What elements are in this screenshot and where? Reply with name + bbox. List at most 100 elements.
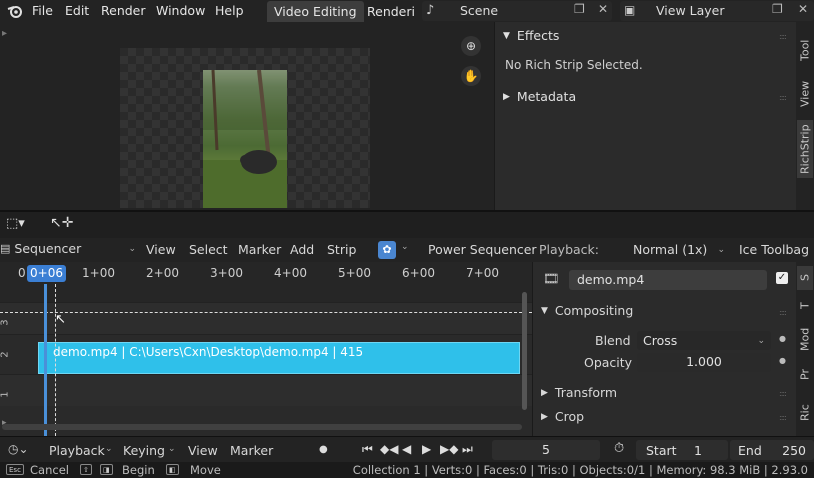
drag-grip-icon[interactable]: :::: bbox=[779, 93, 787, 102]
close-scene-icon[interactable]: ✕ bbox=[598, 2, 608, 16]
end-label: End bbox=[738, 442, 762, 458]
menu-edit[interactable]: Edit bbox=[65, 3, 89, 18]
view-layer-selector[interactable]: ▣ View Layer ❐ ✕ bbox=[620, 1, 814, 21]
blend-dropdown[interactable]: Cross ⌄ bbox=[637, 331, 771, 350]
menu-strip[interactable]: Strip bbox=[327, 242, 356, 257]
sidebar-tab-tool[interactable]: Tool bbox=[797, 32, 813, 68]
tweak-tool-icon[interactable]: ⬚▾ bbox=[6, 216, 25, 231]
next-keyframe-icon[interactable]: ▶◆ bbox=[440, 442, 458, 456]
sequencer-timeline[interactable]: 0 1+00 2+00 3+00 4+00 5+00 6+00 7+00 3 2… bbox=[0, 262, 532, 436]
compositing-panel-header[interactable]: ▼ Compositing bbox=[541, 303, 633, 318]
mouse-left-key-icon: ◨ bbox=[100, 464, 113, 475]
ice-toolbag-menu[interactable]: Ice Toolbag bbox=[739, 242, 814, 257]
effects-panel-header[interactable]: ▼ Effects bbox=[503, 28, 559, 43]
movie-strip[interactable]: demo.mp4 | C:\Users\Cxn\Desktop\demo.mp4… bbox=[38, 342, 520, 374]
mouse-right-key-icon: ◧ bbox=[166, 464, 179, 475]
playhead[interactable] bbox=[44, 284, 47, 436]
scene-selector[interactable]: ♪ Scene ❐ ✕ bbox=[422, 1, 612, 21]
properties-tab-strip[interactable]: S bbox=[797, 266, 813, 290]
properties-tab-proxy[interactable]: Pr bbox=[797, 362, 813, 388]
menu-window[interactable]: Window bbox=[156, 3, 205, 18]
keyframe-dot-icon[interactable]: ● bbox=[779, 356, 786, 365]
opacity-slider[interactable]: 1.000 bbox=[637, 353, 771, 372]
drag-grip-icon[interactable]: :::: bbox=[779, 413, 787, 422]
strip-name-field[interactable]: demo.mp4 bbox=[569, 270, 767, 290]
power-sequencer-menu[interactable]: Power Sequencer bbox=[428, 242, 537, 257]
ruler-tick: 2+00 bbox=[146, 266, 179, 280]
jump-start-icon[interactable]: ⏮ bbox=[362, 442, 373, 457]
play-icon[interactable]: ▶ bbox=[422, 442, 431, 456]
zoom-icon[interactable]: ⊕ bbox=[461, 36, 481, 56]
channel-1[interactable]: 1 bbox=[0, 374, 532, 406]
sidebar-panel: ▼ Effects :::: No Rich Strip Selected. ▶… bbox=[494, 22, 796, 210]
menu-render[interactable]: Render bbox=[101, 3, 146, 18]
record-icon[interactable]: ● bbox=[319, 444, 328, 455]
menu-select[interactable]: Select bbox=[189, 242, 228, 257]
sequencer-preview: ▸ ⊕ ✋ bbox=[0, 22, 494, 210]
chevron-down-icon[interactable]: ⌄ bbox=[401, 242, 409, 252]
stopwatch-icon[interactable]: ⏱ bbox=[614, 441, 624, 456]
menu-playback[interactable]: Playback bbox=[49, 443, 105, 458]
sidebar-tab-view[interactable]: View bbox=[797, 76, 813, 112]
copy-scene-icon[interactable]: ❐ bbox=[574, 2, 585, 16]
close-view-layer-icon[interactable]: ✕ bbox=[798, 2, 808, 16]
timeline-editor-icon[interactable]: ◷⌄ bbox=[8, 442, 29, 456]
properties-tab-richstrip[interactable]: Ric bbox=[797, 398, 813, 428]
drag-grip-icon[interactable]: :::: bbox=[779, 389, 787, 398]
strip-properties-panel: 🎞 demo.mp4 ✓ ▼ Compositing :::: Blend Cr… bbox=[532, 262, 796, 436]
prev-keyframe-icon[interactable]: ◆◀ bbox=[380, 442, 398, 456]
vertical-scrollbar[interactable] bbox=[522, 292, 527, 410]
menu-file[interactable]: File bbox=[32, 3, 53, 18]
menu-add[interactable]: Add bbox=[290, 242, 314, 257]
mute-checkbox[interactable]: ✓ bbox=[776, 272, 788, 284]
start-value: 1 bbox=[694, 442, 702, 458]
no-strip-message: No Rich Strip Selected. bbox=[505, 58, 643, 72]
menu-help[interactable]: Help bbox=[215, 3, 244, 18]
overlay-toggle-icon[interactable]: ✿ bbox=[378, 241, 396, 259]
end-value: 250 bbox=[782, 442, 806, 458]
menu-view[interactable]: View bbox=[188, 443, 218, 458]
properties-tabs: S T Mod Pr Ric bbox=[796, 262, 814, 436]
horizontal-scrollbar[interactable] bbox=[2, 424, 522, 430]
drag-grip-icon[interactable]: :::: bbox=[779, 32, 787, 41]
editor-type-dropdown[interactable]: ▤ Sequencer ⌄ bbox=[0, 241, 136, 256]
properties-tab-modifiers[interactable]: Mod bbox=[797, 322, 813, 356]
blend-label: Blend bbox=[595, 333, 631, 348]
crop-panel-header[interactable]: ▶ Crop bbox=[541, 409, 584, 424]
collapse-down-icon: ▼ bbox=[541, 305, 548, 316]
opacity-label: Opacity bbox=[584, 355, 633, 370]
status-bar: Esc Cancel ⇧ ◨ Begin ◧ Move Collection 1… bbox=[0, 462, 814, 478]
current-frame-field[interactable]: 5 bbox=[492, 440, 600, 460]
channel-3[interactable]: 3 bbox=[0, 302, 532, 334]
crop-title: Crop bbox=[554, 409, 585, 424]
cancel-hint: Cancel bbox=[30, 463, 69, 477]
menu-keying[interactable]: Keying bbox=[123, 443, 165, 458]
keyframe-dot-icon[interactable]: ● bbox=[779, 334, 786, 343]
end-frame-field[interactable]: End 250 bbox=[730, 440, 814, 460]
menu-marker[interactable]: Marker bbox=[230, 443, 273, 458]
ruler-tick: 0 bbox=[18, 266, 26, 280]
playback-speed-dropdown[interactable]: Normal (1x) ⌄ bbox=[633, 242, 725, 257]
start-frame-field[interactable]: Start 1 bbox=[636, 440, 728, 460]
menu-marker[interactable]: Marker bbox=[238, 242, 281, 257]
drag-grip-icon[interactable]: :::: bbox=[779, 308, 787, 317]
time-ruler[interactable]: 0 1+00 2+00 3+00 4+00 5+00 6+00 7+00 bbox=[0, 262, 532, 284]
transform-panel-header[interactable]: ▶ Transform bbox=[541, 385, 617, 400]
current-frame-indicator[interactable]: 0+06 bbox=[27, 265, 66, 282]
menu-view[interactable]: View bbox=[146, 242, 176, 257]
move-cursor-icon[interactable]: ↖✛ bbox=[50, 215, 73, 231]
blender-logo-icon[interactable] bbox=[6, 2, 24, 23]
jump-end-icon[interactable]: ⏭ bbox=[462, 442, 473, 457]
workspace-tab-rendering[interactable]: Renderi bbox=[360, 1, 416, 22]
snap-guide-line bbox=[55, 284, 56, 436]
metadata-panel-header[interactable]: ▶ Metadata bbox=[503, 89, 576, 104]
drop-guide-line bbox=[0, 312, 532, 313]
properties-tab-tool[interactable]: T bbox=[797, 294, 813, 318]
sidebar-tab-richstrip[interactable]: RichStrip bbox=[797, 120, 813, 178]
corner-arrow-icon: ▸ bbox=[2, 418, 7, 428]
play-reverse-icon[interactable]: ◀ bbox=[402, 442, 411, 456]
chevron-down-icon: ⌄ bbox=[717, 244, 725, 255]
pan-hand-icon[interactable]: ✋ bbox=[461, 66, 481, 86]
copy-view-layer-icon[interactable]: ❐ bbox=[772, 2, 783, 16]
workspace-tab-video-editing[interactable]: Video Editing bbox=[267, 1, 364, 22]
